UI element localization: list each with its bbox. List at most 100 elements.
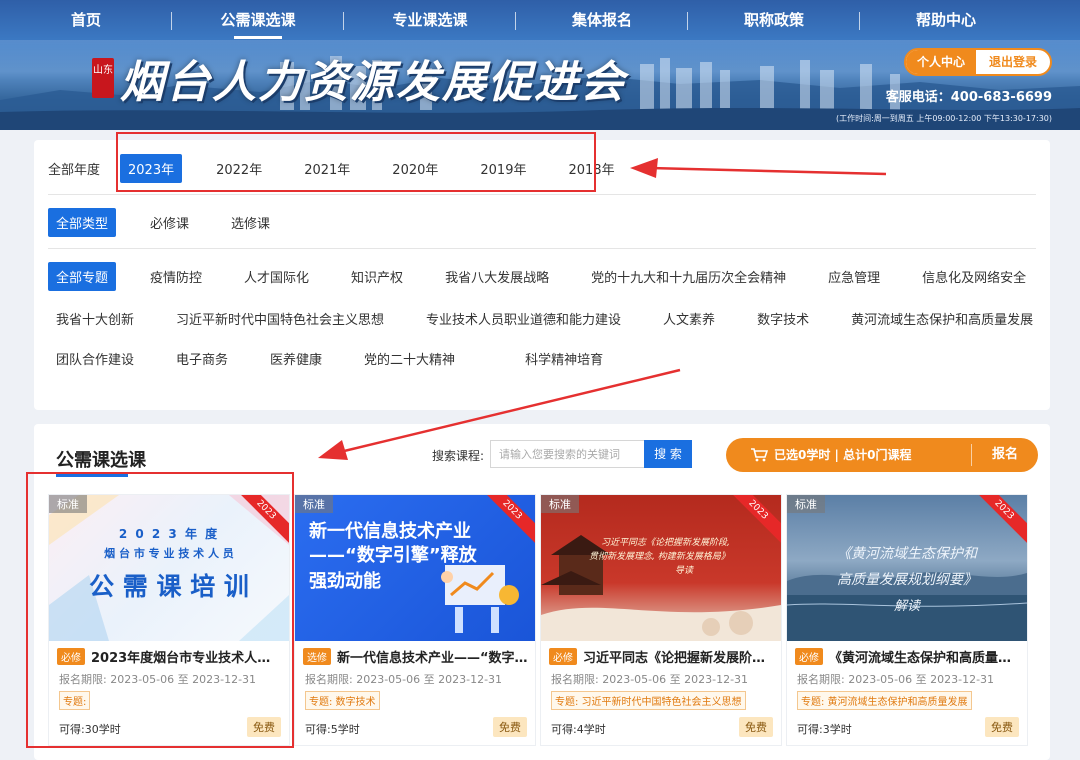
- topic-chip[interactable]: 数字技术: [749, 304, 817, 333]
- cart-bar: 已选0学时 | 总计0门课程 报名: [726, 438, 1038, 472]
- topic-chip[interactable]: 全部专题: [48, 262, 117, 291]
- topic-tag: 专题: 数字技术: [305, 691, 380, 710]
- personal-center-button[interactable]: 个人中心: [906, 50, 976, 74]
- cart-summary-text: 已选0学时 | 总计0门课程: [774, 448, 912, 462]
- year-filter-label[interactable]: 全部年度: [48, 159, 100, 178]
- thumbnail-line-2: 贯彻新发展理念, 构建新发展格局》: [589, 552, 730, 562]
- credit-hours: 可得:3学时: [797, 723, 852, 736]
- topic-chip[interactable]: 党的二十大精神: [356, 344, 463, 373]
- course-thumbnail[interactable]: 标准 2023 习近平同志《论把握新发展阶段, 贯彻新发展理念, 构建新发展格局…: [541, 495, 781, 641]
- topic-chip[interactable]: 党的十九大和十九届历次全会精神: [583, 262, 794, 291]
- thumbnail-line-2: 高质量发展规划纲要》: [837, 572, 977, 588]
- topic-filter-row-1: 全部专题 疫情防控 人才国际化 知识产权 我省八大发展战略 党的十九大和十九届历…: [48, 262, 1060, 291]
- course-title-text: 习近平同志《论把握新发展阶段,贯彻新发展理念,构建新发展格局》导读: [583, 651, 775, 666]
- logout-button[interactable]: 退出登录: [976, 50, 1050, 74]
- cart-summary[interactable]: 已选0学时 | 总计0门课程: [726, 438, 971, 472]
- price-tag: 免费: [985, 717, 1019, 737]
- topic-chip[interactable]: 专业技术人员职业道德和能力建设: [418, 304, 629, 333]
- thumbnail-line-3: 解读: [893, 599, 920, 614]
- course-title-text: 《黄河流域生态保护和高质量发展规划纲要》解读: [829, 651, 1021, 666]
- course-title[interactable]: 必修 《黄河流域生态保护和高质量发展规划纲要》解读: [795, 647, 1021, 666]
- price-tag: 免费: [493, 717, 527, 737]
- thumbnail-line-1: 习近平同志《论把握新发展阶段,: [601, 538, 730, 548]
- type-chip-required[interactable]: 必修课: [142, 208, 197, 237]
- topic-tag: 专题: 习近平新时代中国特色社会主义思想: [551, 691, 746, 710]
- course-card[interactable]: 标准 2023 《黄河流域生态保护和 高质量发展规划纲要》 解读 必修 《黄河流…: [786, 494, 1028, 746]
- thumbnail-art: [541, 535, 781, 641]
- topic-chip[interactable]: 习近平新时代中国特色社会主义思想: [168, 304, 392, 333]
- course-card[interactable]: 标准 2023 习近平同志《论把握新发展阶段, 贯彻新发展理念, 构建新发展格局…: [540, 494, 782, 746]
- thumbnail-line-2: 烟 台 市 专 业 技 术 人 员: [104, 547, 234, 560]
- nav-professional-courses[interactable]: 专业课选课: [344, 0, 516, 40]
- enroll-button[interactable]: 报名: [972, 438, 1038, 472]
- nav-title-policy[interactable]: 职称政策: [688, 0, 860, 40]
- topic-chip[interactable]: 医养健康: [262, 344, 330, 373]
- thumbnail-line-3: 导读: [675, 566, 694, 576]
- elective-badge: 选修: [303, 648, 331, 665]
- required-badge: 必修: [549, 648, 577, 665]
- topic-chip[interactable]: 团队合作建设: [48, 344, 142, 373]
- topic-chip[interactable]: 科学精神培育: [517, 344, 611, 373]
- section-title: 公需课选课: [56, 450, 146, 471]
- nav-public-courses[interactable]: 公需课选课: [172, 0, 344, 40]
- enrollment-period: 报名期限: 2023-05-06 至 2023-12-31: [551, 673, 749, 686]
- topic-filter-row-2: 我省十大创新 习近平新时代中国特色社会主义思想 专业技术人员职业道德和能力建设 …: [48, 304, 1067, 333]
- filter-divider: [48, 194, 1036, 195]
- type-filter: 全部类型 必修课 选修课: [48, 208, 304, 237]
- topic-chip[interactable]: 我省八大发展战略: [437, 262, 557, 291]
- topic-tag: 专题: 黄河流域生态保护和高质量发展: [797, 691, 972, 710]
- site-logo-text: 烟台人力资源发展促进会: [120, 57, 626, 108]
- topic-chip[interactable]: 我省十大创新: [48, 304, 142, 333]
- nav-group-registration[interactable]: 集体报名: [516, 0, 688, 40]
- topic-chip[interactable]: 知识产权: [343, 262, 411, 291]
- standard-tag: 标准: [541, 495, 579, 513]
- main-nav: 首页 公需课选课 专业课选课 集体报名 职称政策 帮助中心: [0, 0, 1080, 40]
- topic-chip[interactable]: 信息化及网络安全: [914, 262, 1034, 291]
- thumbnail-line-3: 公 需 课 培 训: [89, 572, 249, 601]
- user-actions: 个人中心 退出登录: [904, 48, 1052, 76]
- thumbnail-line-1: 2 0 2 3 年 度: [118, 527, 220, 541]
- credit-hours: 可得:5学时: [305, 723, 360, 736]
- enrollment-period: 报名期限: 2023-05-06 至 2023-12-31: [797, 673, 995, 686]
- course-thumbnail[interactable]: 标准 2023 《黄河流域生态保护和 高质量发展规划纲要》 解读: [787, 495, 1027, 641]
- nav-active-underline: [234, 36, 282, 39]
- topic-chip[interactable]: 人才国际化: [236, 262, 317, 291]
- site-header: 首页 公需课选课 专业课选课 集体报名 职称政策 帮助中心 山东 烟台人力资源发…: [0, 0, 1080, 130]
- search-label: 搜索课程:: [432, 449, 485, 463]
- enrollment-period: 报名期限: 2023-05-06 至 2023-12-31: [305, 673, 503, 686]
- cart-icon: [751, 448, 768, 462]
- credit-hours: 可得:4学时: [551, 723, 606, 736]
- course-title[interactable]: 必修 习近平同志《论把握新发展阶段,贯彻新发展理念,构建新发展格局》导读: [549, 647, 775, 666]
- nav-help-center[interactable]: 帮助中心: [860, 0, 1032, 40]
- required-badge: 必修: [795, 648, 823, 665]
- standard-tag: 标准: [787, 495, 825, 513]
- course-thumbnail[interactable]: 标准 2023 新一代信息技术产业 ——“数字引擎”释放 强劲动能: [295, 495, 535, 641]
- topic-filter-row-3: 团队合作建设 电子商务 医养健康 党的二十大精神 科学精神培育: [48, 344, 637, 373]
- course-title[interactable]: 选修 新一代信息技术产业——“数字引擎”释放强劲动能: [303, 647, 529, 666]
- type-chip-all[interactable]: 全部类型: [48, 208, 117, 237]
- course-title-text: 新一代信息技术产业——“数字引擎”释放强劲动能: [337, 651, 529, 666]
- topic-chip[interactable]: 黄河流域生态保护和高质量发展: [843, 304, 1041, 333]
- standard-tag: 标准: [295, 495, 333, 513]
- topic-chip[interactable]: 电子商务: [168, 344, 236, 373]
- topic-chip[interactable]: 疫情防控: [142, 262, 210, 291]
- standard-tag: 标准: [49, 495, 87, 513]
- price-tag: 免费: [739, 717, 773, 737]
- filter-divider: [48, 248, 1036, 249]
- type-chip-elective[interactable]: 选修课: [223, 208, 278, 237]
- annotation-box-first-course: [26, 472, 294, 748]
- thumbnail-line-2: ——“数字引擎”释放: [309, 545, 477, 566]
- topic-chip[interactable]: 应急管理: [820, 262, 888, 291]
- search-input[interactable]: [490, 440, 644, 468]
- topic-chip[interactable]: 人文素养: [655, 304, 723, 333]
- nav-home[interactable]: 首页: [0, 0, 172, 40]
- search-button[interactable]: 搜 索: [644, 440, 692, 468]
- thumbnail-line-1: 新一代信息技术产业: [309, 521, 471, 542]
- service-hours: (工作时间:周一到周五 上午09:00-12:00 下午13:30-17:30): [835, 114, 1052, 123]
- thumbnail-line-3: 强劲动能: [309, 571, 381, 592]
- thumbnail-line-1: 《黄河流域生态保护和: [837, 546, 977, 562]
- annotation-box-years: [116, 132, 596, 192]
- thumbnail-art: [787, 572, 1027, 641]
- course-card[interactable]: 标准 2023 新一代信息技术产业 ——“数字引擎”释放 强劲动能 选修 新一代…: [294, 494, 536, 746]
- logo-seal: 山东: [92, 58, 114, 98]
